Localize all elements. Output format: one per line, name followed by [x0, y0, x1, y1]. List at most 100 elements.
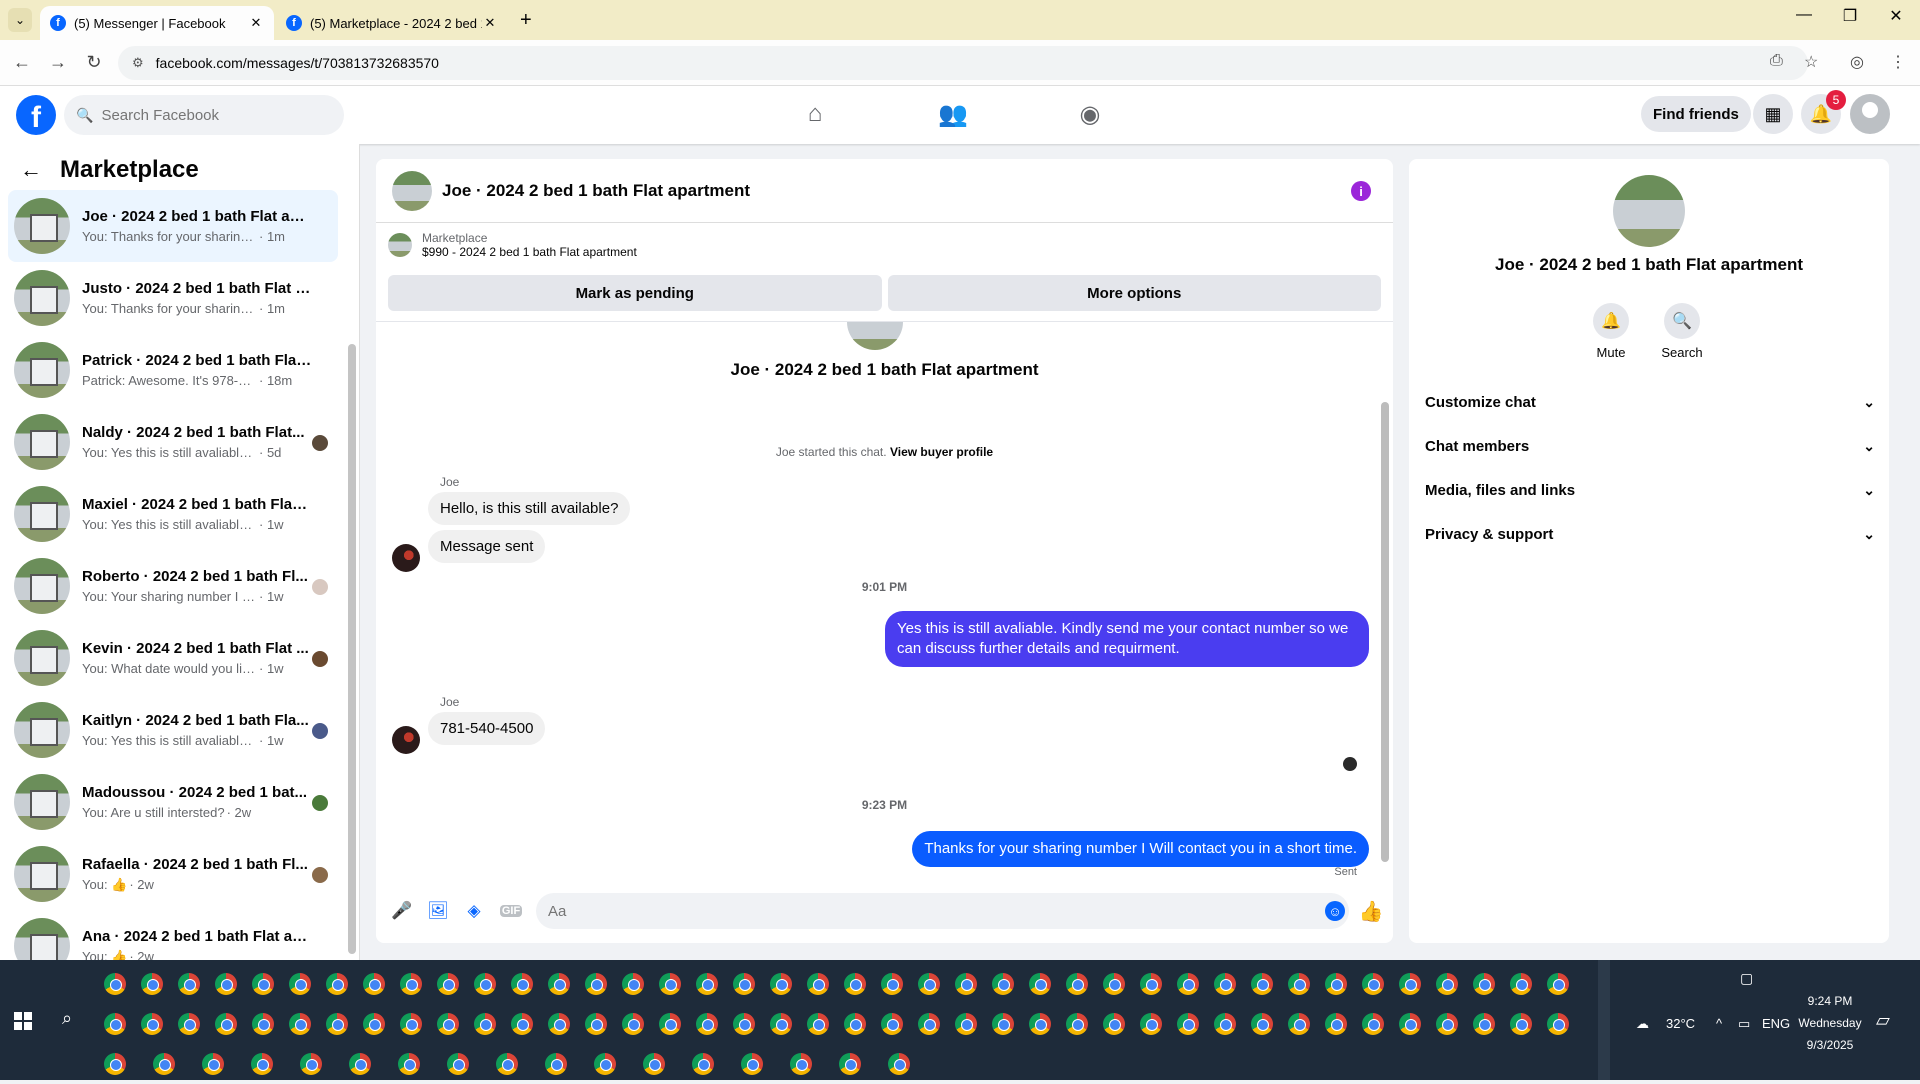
photo-icon[interactable]: 🖼 — [420, 901, 456, 921]
chrome-app-icon[interactable] — [1177, 973, 1199, 995]
sticker-icon[interactable]: ◈ — [456, 901, 492, 921]
groups-icon[interactable]: ◉ — [1075, 100, 1105, 130]
message-input[interactable] — [536, 893, 1349, 929]
more-options-button[interactable]: More options — [887, 275, 1381, 311]
info-icon[interactable]: i — [1351, 181, 1371, 201]
back-arrow-icon[interactable]: ← — [20, 157, 42, 183]
microphone-icon[interactable]: 🎤 — [384, 901, 420, 921]
chrome-app-icon[interactable] — [585, 973, 607, 995]
conversation-item[interactable]: Kevin · 2024 2 bed 1 bath Flat ... You: … — [8, 622, 338, 694]
thumbs-up-icon[interactable]: 👍 — [1349, 899, 1393, 924]
install-app-icon[interactable]: ⎙ — [1770, 52, 1783, 70]
chrome-app-icon[interactable] — [141, 973, 163, 995]
chrome-app-icon[interactable] — [349, 1053, 371, 1075]
chrome-app-icon[interactable] — [1140, 1013, 1162, 1035]
chrome-app-icon[interactable] — [992, 973, 1014, 995]
tab-search-button[interactable]: ⌄ — [8, 8, 32, 32]
facebook-logo[interactable]: f — [16, 95, 56, 135]
chrome-app-icon[interactable] — [955, 1013, 977, 1035]
chrome-app-icon[interactable] — [1510, 1013, 1532, 1035]
search-icon[interactable]: ⌕ — [62, 1008, 72, 1029]
chrome-app-icon[interactable] — [363, 1013, 385, 1035]
sidebar-scrollbar[interactable] — [348, 344, 356, 954]
weather-temp[interactable]: 32°C — [1666, 1016, 1695, 1031]
chrome-app-icon[interactable] — [585, 1013, 607, 1035]
friends-icon[interactable]: 👥 — [938, 100, 968, 130]
conversation-item[interactable]: Naldy · 2024 2 bed 1 bath Flat... You: Y… — [8, 406, 338, 478]
kebab-menu-icon[interactable]: ⋮ — [1890, 52, 1906, 72]
notification-center-icon[interactable]: ▱ — [1876, 1010, 1890, 1031]
chrome-app-icon[interactable] — [178, 973, 200, 995]
chat-members-section[interactable]: Chat members ⌄ — [1425, 424, 1875, 468]
chrome-app-icon[interactable] — [696, 973, 718, 995]
chrome-app-icon[interactable] — [1103, 1013, 1125, 1035]
chrome-app-icon[interactable] — [790, 1053, 812, 1075]
chrome-app-icon[interactable] — [1103, 973, 1125, 995]
conversation-item[interactable]: Ana · 2024 2 bed 1 bath Flat apa... You:… — [8, 910, 338, 960]
chrome-app-icon[interactable] — [104, 973, 126, 995]
chrome-app-icon[interactable] — [881, 1013, 903, 1035]
back-button[interactable]: ← — [10, 52, 34, 73]
search-input[interactable] — [101, 106, 302, 124]
chrome-app-icon[interactable] — [252, 1013, 274, 1035]
weather-icon[interactable]: ☁ — [1636, 1016, 1649, 1032]
conversation-item[interactable]: Joe · 2024 2 bed 1 bath Flat apar... You… — [8, 190, 338, 262]
chrome-app-icon[interactable] — [398, 1053, 420, 1075]
chevron-up-icon[interactable]: ^ — [1716, 1016, 1722, 1031]
new-tab-button[interactable]: + — [520, 8, 532, 32]
chrome-app-icon[interactable] — [400, 973, 422, 995]
chrome-app-icon[interactable] — [215, 1013, 237, 1035]
view-buyer-profile-link[interactable]: View buyer profile — [890, 445, 993, 459]
chrome-app-icon[interactable] — [1029, 973, 1051, 995]
chrome-app-icon[interactable] — [839, 1053, 861, 1075]
menu-grid-icon[interactable]: ▦ — [1753, 94, 1793, 134]
chrome-app-icon[interactable] — [1362, 1013, 1384, 1035]
chrome-app-icon[interactable] — [437, 1013, 459, 1035]
chrome-app-icon[interactable] — [918, 973, 940, 995]
url-bar[interactable]: ⚙ facebook.com/messages/t/70381373268357… — [118, 46, 1808, 80]
chrome-app-icon[interactable] — [141, 1013, 163, 1035]
chrome-app-icon[interactable] — [1547, 1013, 1569, 1035]
chrome-app-icon[interactable] — [807, 973, 829, 995]
chrome-app-icon[interactable] — [594, 1053, 616, 1075]
thread-scrollbar[interactable] — [1381, 402, 1389, 862]
profile-icon[interactable]: ◎ — [1850, 52, 1864, 72]
chrome-app-icon[interactable] — [659, 1013, 681, 1035]
chrome-app-icon[interactable] — [1029, 1013, 1051, 1035]
chrome-app-icon[interactable] — [1436, 1013, 1458, 1035]
chrome-app-icon[interactable] — [888, 1053, 910, 1075]
chrome-app-icon[interactable] — [1473, 1013, 1495, 1035]
chrome-app-icon[interactable] — [1436, 973, 1458, 995]
listing-summary[interactable]: Marketplace $990 - 2024 2 bed 1 bath Fla… — [388, 231, 637, 259]
restore-button[interactable]: ❐ — [1830, 6, 1870, 26]
media-files-section[interactable]: Media, files and links ⌄ — [1425, 468, 1875, 512]
chrome-app-icon[interactable] — [474, 1013, 496, 1035]
account-avatar[interactable] — [1850, 94, 1890, 134]
chrome-app-icon[interactable] — [1066, 973, 1088, 995]
site-info-icon[interactable]: ⚙ — [132, 55, 144, 71]
chrome-app-icon[interactable] — [252, 973, 274, 995]
conversation-item[interactable]: Rafaella · 2024 2 bed 1 bath Fl... You: … — [8, 838, 338, 910]
chrome-app-icon[interactable] — [1473, 973, 1495, 995]
chrome-app-icon[interactable] — [696, 1013, 718, 1035]
gif-icon[interactable]: GIF — [500, 905, 522, 917]
chrome-app-icon[interactable] — [511, 973, 533, 995]
chrome-app-icon[interactable] — [511, 1013, 533, 1035]
chrome-app-icon[interactable] — [474, 973, 496, 995]
chrome-app-icon[interactable] — [400, 1013, 422, 1035]
forward-button[interactable]: → — [46, 52, 70, 73]
close-window-button[interactable]: ✕ — [1876, 6, 1916, 26]
chrome-app-icon[interactable] — [1510, 973, 1532, 995]
chrome-app-icon[interactable] — [363, 973, 385, 995]
chrome-app-icon[interactable] — [202, 1053, 224, 1075]
chrome-app-icon[interactable] — [1288, 1013, 1310, 1035]
chrome-app-icon[interactable] — [251, 1053, 273, 1075]
chrome-app-icon[interactable] — [178, 1013, 200, 1035]
chrome-app-icon[interactable] — [770, 1013, 792, 1035]
chrome-app-icon[interactable] — [1325, 973, 1347, 995]
chrome-app-icon[interactable] — [692, 1053, 714, 1075]
avatar[interactable] — [392, 170, 432, 211]
chrome-app-icon[interactable] — [1251, 1013, 1273, 1035]
taskbar-scrollbar[interactable] — [1598, 960, 1610, 1080]
emoji-icon[interactable]: ☺ — [1325, 901, 1345, 921]
